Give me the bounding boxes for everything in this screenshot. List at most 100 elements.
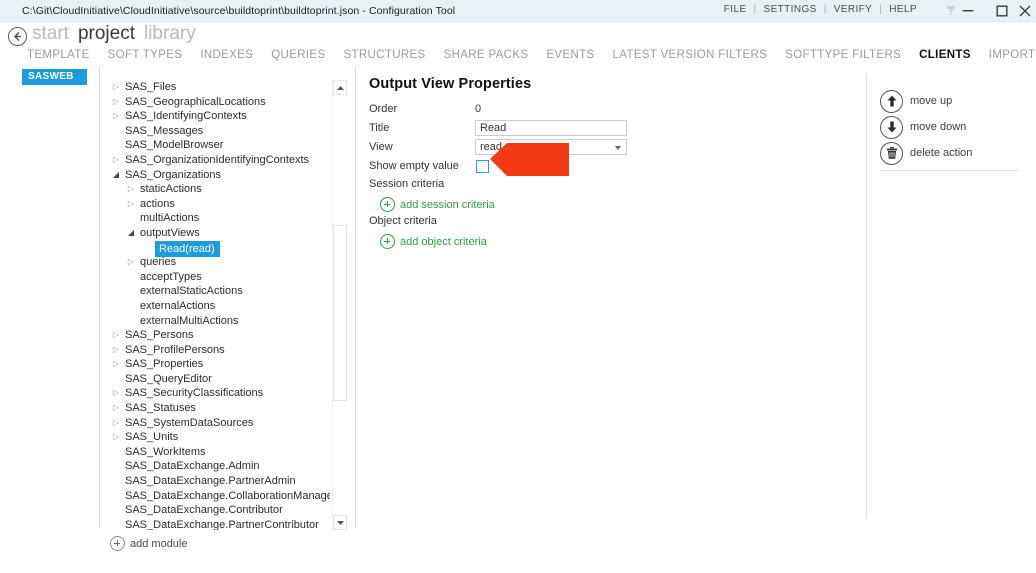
tree-node[interactable]: ◢ SAS_Organizations bbox=[108, 168, 330, 183]
tree-node[interactable]: SAS_DataExchange.PartnerContributor bbox=[108, 518, 330, 530]
title-input[interactable]: Read bbox=[475, 120, 627, 136]
scroll-up-button[interactable] bbox=[333, 80, 347, 95]
tree-node[interactable]: ▷ SAS_GeographicalLocations bbox=[108, 95, 330, 110]
close-button[interactable] bbox=[1014, 0, 1036, 21]
tree-node[interactable]: ▷ SAS_Units bbox=[108, 430, 330, 445]
menu-item-settings[interactable]: SETTINGS bbox=[757, 4, 824, 15]
tab-latest-version-filters[interactable]: LATEST VERSION FILTERS bbox=[613, 49, 768, 61]
tab-template[interactable]: TEMPLATE bbox=[27, 49, 90, 61]
show-empty-value-checkbox[interactable] bbox=[476, 160, 489, 173]
tree-node[interactable]: ▷ SAS_Persons bbox=[108, 328, 330, 343]
chevron-right-icon[interactable]: ▷ bbox=[110, 357, 122, 372]
chevron-right-icon[interactable]: ▷ bbox=[110, 401, 122, 416]
panel-divider-middle bbox=[355, 66, 356, 528]
chevron-right-icon[interactable]: ▷ bbox=[125, 255, 137, 270]
chevron-right-icon[interactable]: ▷ bbox=[125, 182, 137, 197]
chevron-down-icon[interactable]: ◢ bbox=[125, 226, 137, 241]
tree-node[interactable]: externalMultiActions bbox=[108, 314, 330, 329]
tree-node[interactable]: SAS_DataExchange.CollaborationManager bbox=[108, 489, 330, 504]
tab-structures[interactable]: STRUCTURES bbox=[343, 49, 425, 61]
chevron-right-icon[interactable]: ▷ bbox=[110, 95, 122, 110]
tab-softtype-filters[interactable]: SOFTTYPE FILTERS bbox=[785, 49, 901, 61]
object-criteria-label: Object criteria bbox=[369, 215, 437, 227]
scroll-down-button[interactable] bbox=[333, 515, 347, 530]
menu-item-file[interactable]: FILE bbox=[717, 4, 754, 15]
chevron-right-icon[interactable]: ▷ bbox=[110, 386, 122, 401]
property-row-order: Order 0 bbox=[369, 102, 839, 118]
tab-import-attributes[interactable]: IMPORT ATTRIBUTES bbox=[989, 49, 1036, 61]
tree-node[interactable]: ▷ SAS_IdentifyingContexts bbox=[108, 109, 330, 124]
tree-node[interactable]: ▷ SAS_ProfilePersons bbox=[108, 343, 330, 358]
tree-node-label: SAS_IdentifyingContexts bbox=[125, 110, 247, 123]
tab-soft-types[interactable]: SOFT TYPES bbox=[108, 49, 183, 61]
tree-node[interactable]: ▷ SAS_Files bbox=[108, 80, 330, 95]
add-module-label: add module bbox=[130, 537, 188, 550]
add-session-criteria-button[interactable]: add session criteria bbox=[380, 197, 839, 212]
menu-item-help[interactable]: HELP bbox=[882, 4, 924, 15]
breadcrumb-item-start[interactable]: start bbox=[32, 23, 69, 45]
scrollbar-thumb[interactable] bbox=[333, 225, 347, 401]
breadcrumb-item-project[interactable]: project bbox=[78, 23, 135, 45]
menu-item-verify[interactable]: VERIFY bbox=[827, 4, 880, 15]
tree-node[interactable]: ▷ SAS_Statuses bbox=[108, 401, 330, 416]
tree-node[interactable]: ▷ SAS_Properties bbox=[108, 357, 330, 372]
tree-node[interactable]: externalStaticActions bbox=[108, 284, 330, 299]
add-object-criteria-button[interactable]: add object criteria bbox=[380, 234, 839, 249]
tree-node-label: SAS_Statuses bbox=[125, 402, 196, 415]
tree-node[interactable]: ▷ queries bbox=[108, 255, 330, 270]
module-tree[interactable]: ▷ SAS_Files ▷ SAS_GeographicalLocations ▷ SAS… bbox=[108, 80, 330, 530]
tab-share-packs[interactable]: SHARE PACKS bbox=[444, 49, 529, 61]
move-down-button[interactable]: move down bbox=[880, 114, 1020, 140]
title-label: Title bbox=[369, 122, 390, 134]
tab-clients[interactable]: CLIENTS bbox=[919, 49, 971, 61]
tree-node[interactable]: SAS_Messages bbox=[108, 124, 330, 139]
chevron-right-icon[interactable]: ▷ bbox=[110, 153, 122, 168]
tree-node[interactable]: ▷ SAS_SystemDataSources bbox=[108, 416, 330, 431]
tree-node[interactable]: SAS_DataExchange.Contributor bbox=[108, 503, 330, 518]
chevron-right-icon[interactable]: ▷ bbox=[110, 416, 122, 431]
add-module-button[interactable]: add module bbox=[110, 536, 188, 551]
tree-node[interactable]: multiActions bbox=[108, 211, 330, 226]
tree-node-label: actions bbox=[140, 197, 175, 210]
tree-node[interactable]: SAS_DataExchange.Admin bbox=[108, 459, 330, 474]
chevron-right-icon[interactable]: ▷ bbox=[110, 80, 122, 95]
tree-node[interactable]: ◢ outputViews bbox=[108, 226, 330, 241]
delete-action-button[interactable]: delete action bbox=[880, 140, 1020, 166]
move-down-label: move down bbox=[910, 121, 967, 133]
tree-node[interactable]: ▷ SAS_SecurityClassifications bbox=[108, 386, 330, 401]
tree-node[interactable]: ▷ actions bbox=[108, 197, 330, 212]
back-button[interactable] bbox=[8, 27, 27, 46]
tree-node[interactable]: ▷ staticActions bbox=[108, 182, 330, 197]
tree-node[interactable]: SAS_WorkItems bbox=[108, 445, 330, 460]
view-select[interactable]: read bbox=[475, 139, 627, 155]
tree-node[interactable]: acceptTypes bbox=[108, 270, 330, 285]
tab-indexes[interactable]: INDEXES bbox=[200, 49, 253, 61]
move-up-button[interactable]: move up bbox=[880, 88, 1020, 114]
tree-node-label: SAS_DataExchange.Admin bbox=[125, 460, 260, 473]
panel-divider-right bbox=[866, 74, 867, 518]
tree-node[interactable]: SAS_QueryEditor bbox=[108, 372, 330, 387]
chevron-right-icon[interactable]: ▷ bbox=[125, 197, 137, 212]
chevron-right-icon[interactable]: ▷ bbox=[110, 328, 122, 343]
chevron-right-icon[interactable]: ▷ bbox=[110, 109, 122, 124]
tree-node[interactable]: externalActions bbox=[108, 299, 330, 314]
chevron-down-icon[interactable]: ◢ bbox=[110, 168, 122, 183]
tab-events[interactable]: EVENTS bbox=[546, 49, 594, 61]
chevron-right-icon[interactable]: ▷ bbox=[110, 430, 122, 445]
tree-node[interactable]: ▷ SAS_OrganizationIdentifyingContexts bbox=[108, 153, 330, 168]
tree-scrollbar[interactable] bbox=[332, 80, 347, 530]
view-select-value: read bbox=[480, 141, 503, 153]
output-view-properties-panel: Output View Properties Order 0 Title Rea… bbox=[369, 76, 839, 252]
tree-node-label: externalActions bbox=[140, 299, 216, 312]
tab-queries[interactable]: QUERIES bbox=[271, 49, 325, 61]
tree-node-label: SAS_Messages bbox=[125, 124, 204, 137]
module-tag-sasweb[interactable]: SASWEB bbox=[22, 69, 87, 85]
minimize-button[interactable] bbox=[951, 0, 985, 21]
window-title-bar: C:\Git\CloudInitiative\CloudInitiative\s… bbox=[0, 0, 1036, 22]
chevron-right-icon[interactable]: ▷ bbox=[110, 343, 122, 358]
tree-node-label: outputViews bbox=[140, 226, 200, 239]
tree-node[interactable]: SAS_DataExchange.PartnerAdmin bbox=[108, 474, 330, 489]
breadcrumb-item-library[interactable]: library bbox=[144, 23, 196, 45]
tree-node[interactable]: Read(read) bbox=[108, 240, 330, 258]
tree-node[interactable]: SAS_ModelBrowser bbox=[108, 138, 330, 153]
